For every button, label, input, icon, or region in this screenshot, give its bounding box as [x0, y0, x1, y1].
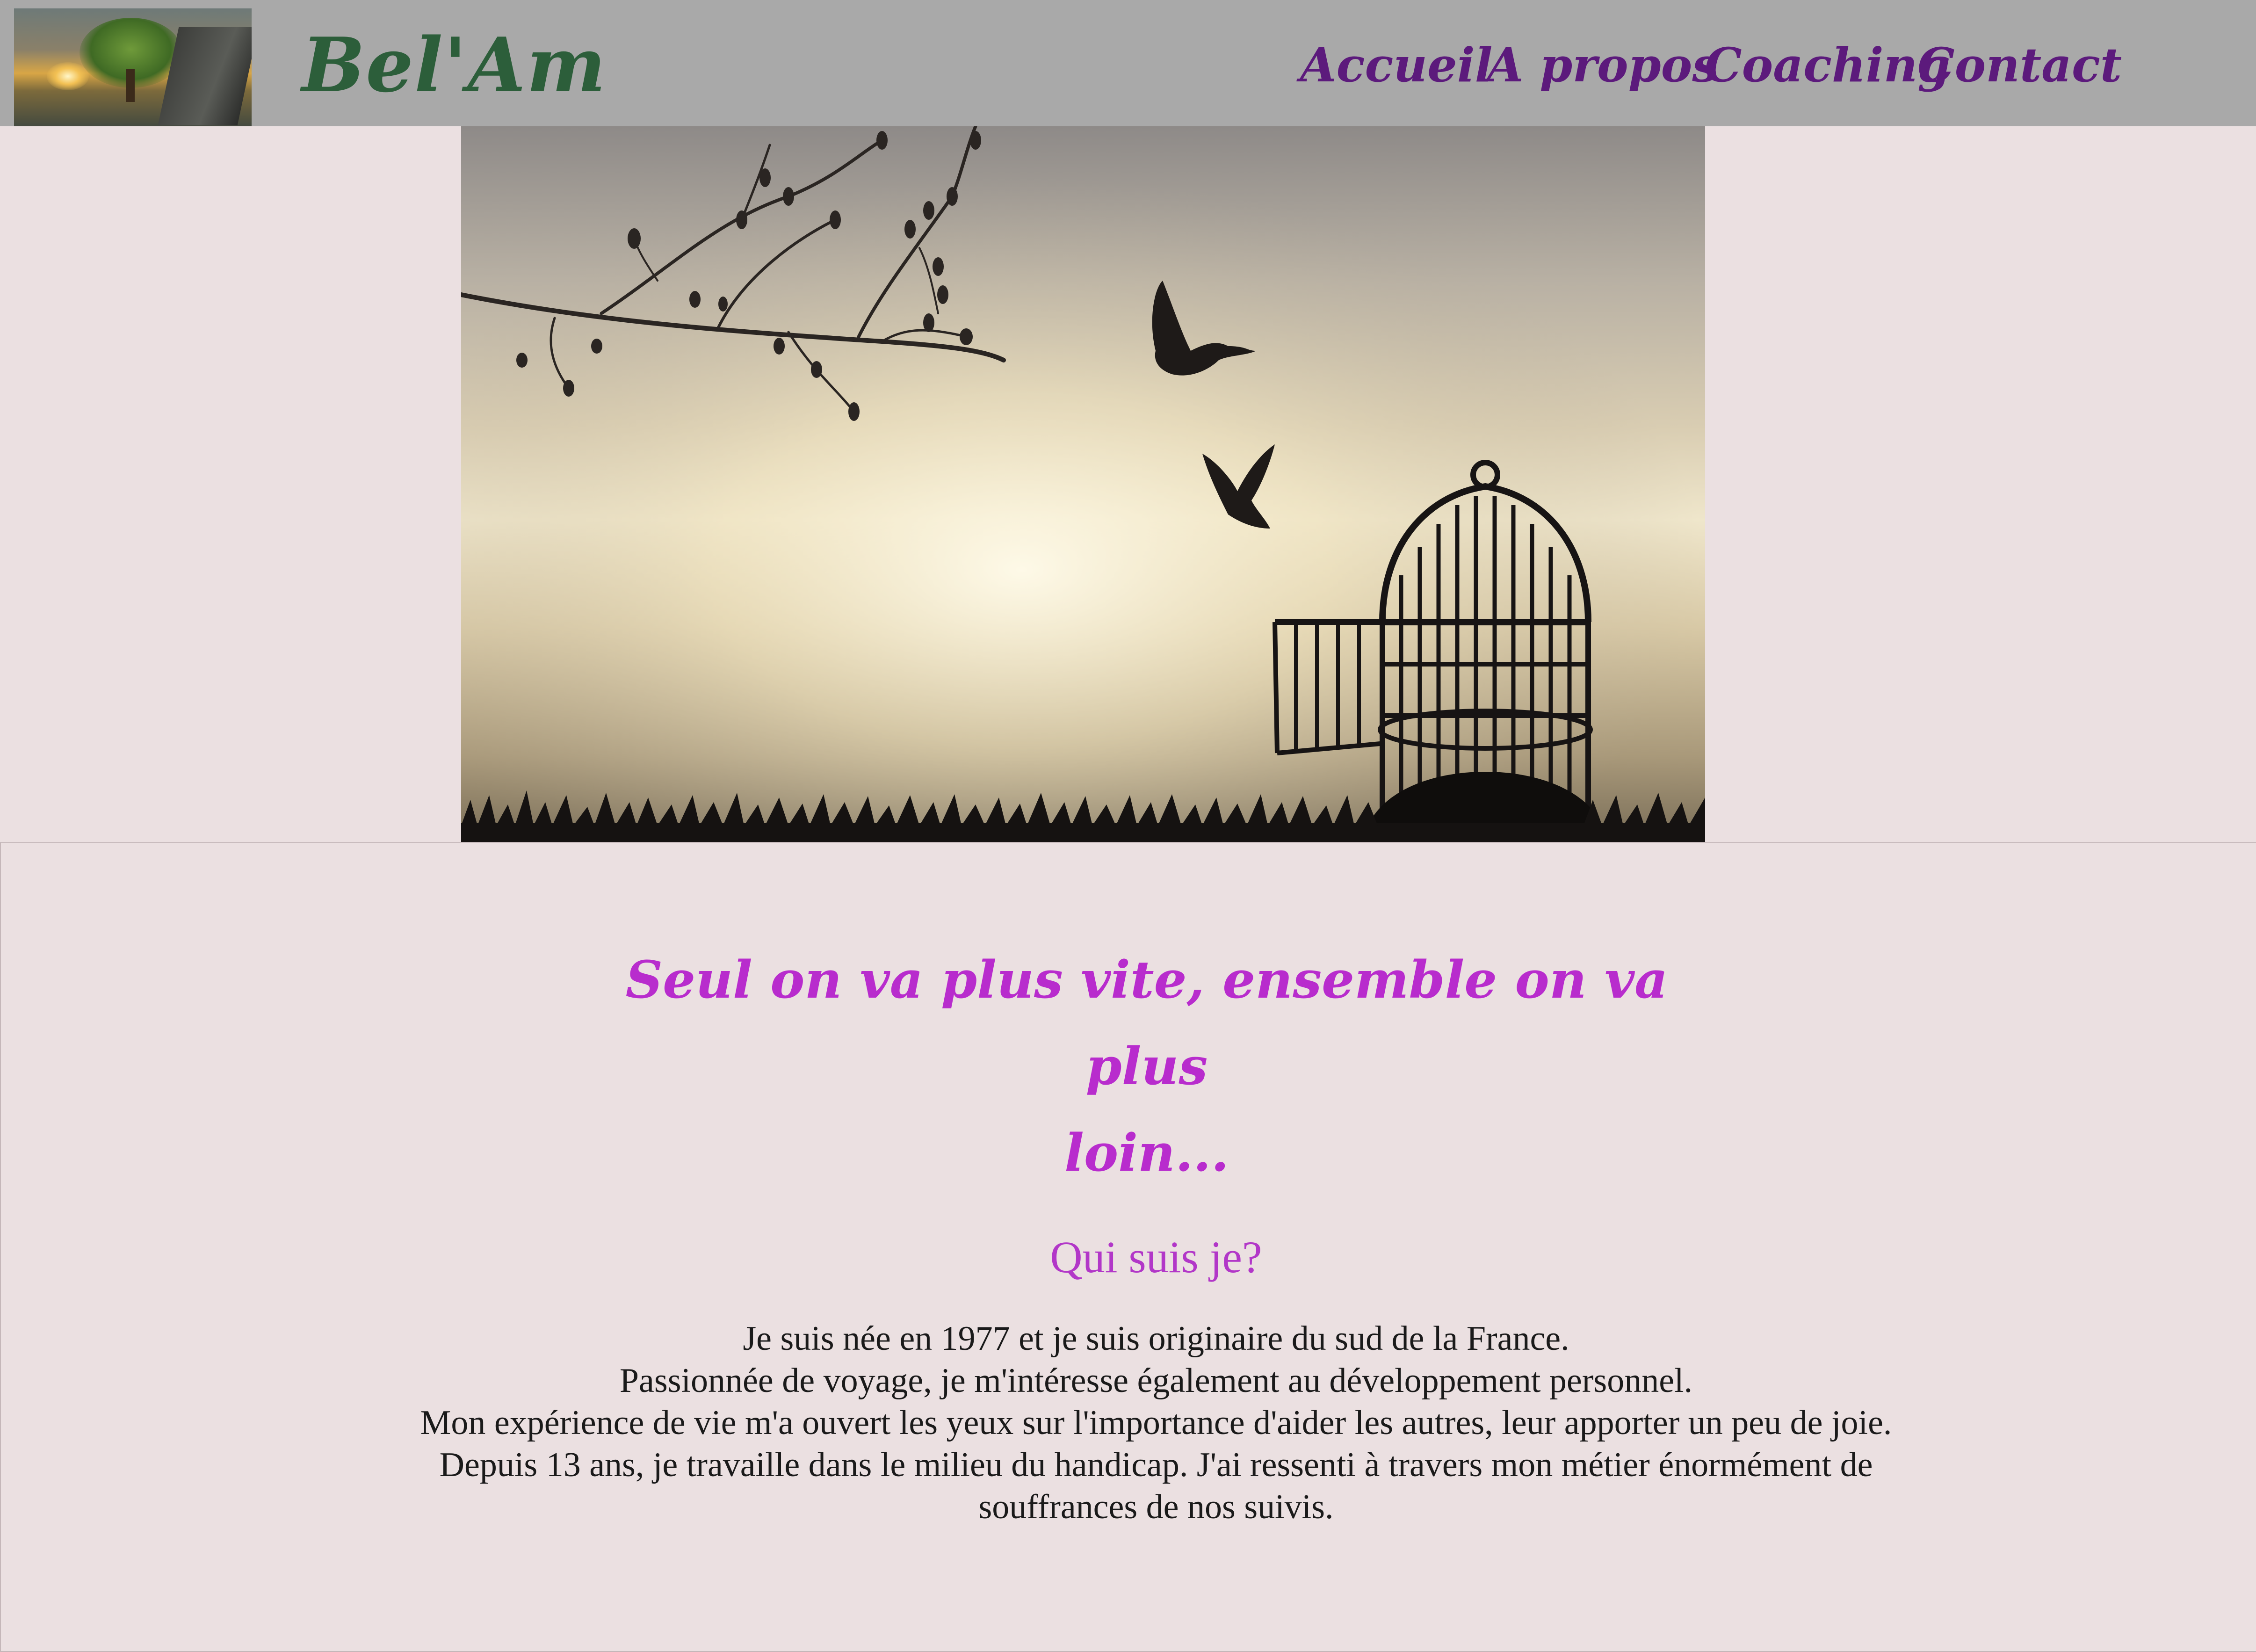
about-line: Depuis 13 ans, je travaille dans le mili… [439, 1446, 1873, 1526]
about-text: Je suis née en 1977 et je suis originair… [394, 1318, 1918, 1528]
about-heading: Qui suis je? [1050, 1232, 1262, 1282]
motto-quote: Seul on va plus vite, ensemble on va plu… [609, 936, 1685, 1196]
hero-image [461, 126, 1705, 842]
about-line: Passionnée de voyage, je m'intéresse éga… [619, 1362, 1693, 1400]
main-content: Seul on va plus vite, ensemble on va plu… [0, 842, 2256, 1652]
nav-link-a-propos[interactable]: A propos [1487, 37, 1719, 93]
site-header: Bel'Am Accueil A propos Coaching Contact [0, 0, 2256, 126]
hero-illustration [461, 126, 1705, 842]
nav-link-contact[interactable]: Contact [1917, 37, 2122, 93]
nav-link-coaching[interactable]: Coaching [1705, 37, 1950, 93]
motto-line-1: Seul on va plus vite, ensemble on va plu… [625, 949, 1668, 1096]
about-line: Mon expérience de vie m'a ouvert les yeu… [420, 1404, 1892, 1442]
about-line: Je suis née en 1977 et je suis originair… [743, 1319, 1569, 1358]
motto-line-2: loin... [1064, 1123, 1229, 1183]
brand-name[interactable]: Bel'Am [302, 21, 607, 109]
logo-image[interactable] [14, 8, 252, 126]
sky-glow [461, 126, 1705, 842]
nav-link-accueil[interactable]: Accueil [1300, 37, 1493, 93]
logo-sun-glow [47, 62, 89, 90]
logo-tree-trunk [126, 69, 135, 102]
